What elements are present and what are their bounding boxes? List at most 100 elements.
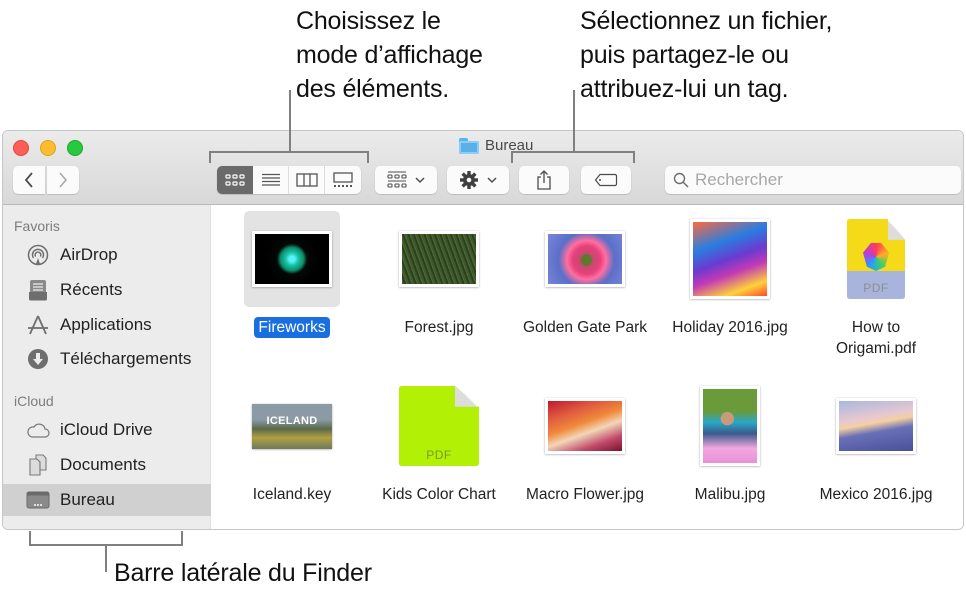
- sidebar-item-documents[interactable]: Documents: [3, 449, 211, 481]
- titlebar: Bureau: [3, 131, 963, 205]
- file-name: How to Origami.pdf: [835, 319, 917, 357]
- callout-line: puis partagez-le ou: [580, 41, 789, 69]
- file-item[interactable]: Mexico 2016.jpg: [806, 378, 946, 505]
- sidebar-item-label: Téléchargements: [60, 349, 192, 368]
- group-button[interactable]: [375, 166, 437, 194]
- file-name: Golden Gate Park: [522, 319, 648, 336]
- file-thumbnail: ICELAND: [244, 378, 340, 474]
- minimize-button[interactable]: [40, 140, 56, 156]
- file-item[interactable]: Golden Gate Park: [515, 211, 655, 338]
- file-name: Fireworks: [254, 317, 330, 338]
- callout-bracket: [633, 151, 635, 163]
- sidebar-item-label: iCloud Drive: [60, 420, 153, 439]
- chevron-down-icon: [487, 177, 497, 184]
- callout-bracket: [181, 531, 183, 545]
- file-item[interactable]: Macro Flower.jpg: [515, 378, 655, 505]
- callout-sidebar: Barre latérale du Finder: [114, 559, 372, 587]
- file-thumbnail: [537, 378, 633, 474]
- callout-bracket: [209, 151, 211, 163]
- action-button[interactable]: [447, 166, 509, 194]
- file-item[interactable]: PDF Kids Color Chart: [369, 378, 509, 505]
- tag-icon: [594, 173, 618, 187]
- list-view-button[interactable]: [253, 166, 289, 194]
- list-icon: [261, 173, 280, 186]
- pdf-document-icon: PDF: [847, 219, 905, 299]
- downloads-icon: [25, 347, 50, 371]
- share-icon: [537, 170, 551, 190]
- finder-window: Bureau Rechercher Favoris AirDrop Récent…: [2, 130, 964, 530]
- sidebar-item-icloud-drive[interactable]: iCloud Drive: [3, 414, 211, 446]
- callout-leader: [105, 544, 107, 572]
- malibu-image: [700, 386, 760, 466]
- sidebar-item-label: Bureau: [60, 490, 115, 509]
- file-thumbnail: [537, 211, 633, 307]
- pdf-badge: PDF: [863, 281, 889, 295]
- sidebar-item-label: Récents: [60, 280, 123, 299]
- callout-bracket: [209, 151, 369, 153]
- file-item[interactable]: ICELAND Iceland.key: [222, 378, 362, 505]
- search-input[interactable]: [695, 170, 945, 190]
- close-button[interactable]: [13, 140, 29, 156]
- airdrop-icon: [25, 243, 50, 267]
- columns-icon: [295, 173, 318, 187]
- icon-view-button[interactable]: [217, 166, 253, 194]
- file-item[interactable]: Forest.jpg: [369, 211, 509, 338]
- column-view-button[interactable]: [289, 166, 325, 194]
- file-thumbnail: PDF: [391, 378, 487, 474]
- callout-line: Choisissez le: [296, 7, 441, 35]
- pdf-document-icon: PDF: [399, 386, 479, 466]
- tag-button[interactable]: [581, 166, 631, 194]
- sidebar-item-recents[interactable]: Récents: [3, 274, 211, 306]
- keynote-thumbnail: ICELAND: [252, 403, 332, 449]
- file-thumbnail: [828, 378, 924, 474]
- file-grid: Fireworks Forest.jpg Golden Gate Park Ho…: [212, 205, 963, 529]
- sidebar-item-applications[interactable]: Applications: [3, 309, 211, 341]
- recents-icon: [25, 278, 50, 302]
- file-item[interactable]: Malibu.jpg: [660, 378, 800, 505]
- chevron-down-icon: [415, 177, 425, 184]
- sidebar-item-label: AirDrop: [60, 245, 118, 264]
- grid-icon: [224, 174, 245, 186]
- file-name: Holiday 2016.jpg: [672, 319, 788, 336]
- chevron-left-icon: [24, 172, 33, 188]
- chevron-right-icon: [59, 172, 68, 188]
- sidebar-section-favorites: Favoris: [14, 218, 60, 234]
- file-name: Mexico 2016.jpg: [819, 486, 933, 503]
- file-item[interactable]: Fireworks: [222, 211, 362, 338]
- file-item[interactable]: Holiday 2016.jpg: [660, 211, 800, 338]
- file-item[interactable]: PDF How to Origami.pdf: [806, 211, 946, 359]
- file-name: Malibu.jpg: [694, 486, 766, 503]
- file-name: Iceland.key: [252, 486, 332, 503]
- sidebar-section-icloud: iCloud: [14, 393, 54, 409]
- gear-icon: [460, 171, 478, 189]
- file-thumbnail: [682, 211, 778, 307]
- callout-bracket: [29, 531, 31, 545]
- pdf-badge: PDF: [426, 448, 452, 462]
- forest-image: [399, 231, 479, 287]
- forward-button[interactable]: [47, 166, 79, 194]
- maximize-button[interactable]: [67, 140, 83, 156]
- callout-line: des éléments.: [296, 75, 450, 103]
- group-grid-icon: [387, 171, 407, 188]
- callout-bracket: [511, 151, 513, 163]
- fireworks-image: [252, 231, 332, 287]
- sidebar-item-bureau[interactable]: Bureau: [3, 484, 211, 516]
- flower-image: [545, 231, 625, 287]
- macro-flower-image: [545, 398, 625, 454]
- applications-icon: [25, 313, 50, 337]
- share-button[interactable]: [519, 166, 569, 194]
- sidebar-item-airdrop[interactable]: AirDrop: [3, 239, 211, 271]
- file-name: Macro Flower.jpg: [525, 486, 644, 503]
- gallery-view-button[interactable]: [325, 166, 361, 194]
- desktop-icon: [25, 488, 50, 512]
- callout-line: attribuez-lui un tag.: [580, 75, 789, 103]
- callout-leader: [289, 90, 291, 152]
- callout-bracket: [367, 151, 369, 163]
- sidebar-item-label: Documents: [60, 455, 146, 474]
- callout-share-tag: Sélectionnez un fichier, puis partagez-l…: [580, 4, 833, 106]
- back-button[interactable]: [13, 166, 45, 194]
- search-field[interactable]: [665, 166, 961, 194]
- sidebar: Favoris AirDrop Récents Applications Tél…: [3, 205, 211, 529]
- file-thumbnail: [391, 211, 487, 307]
- sidebar-item-downloads[interactable]: Téléchargements: [3, 343, 211, 375]
